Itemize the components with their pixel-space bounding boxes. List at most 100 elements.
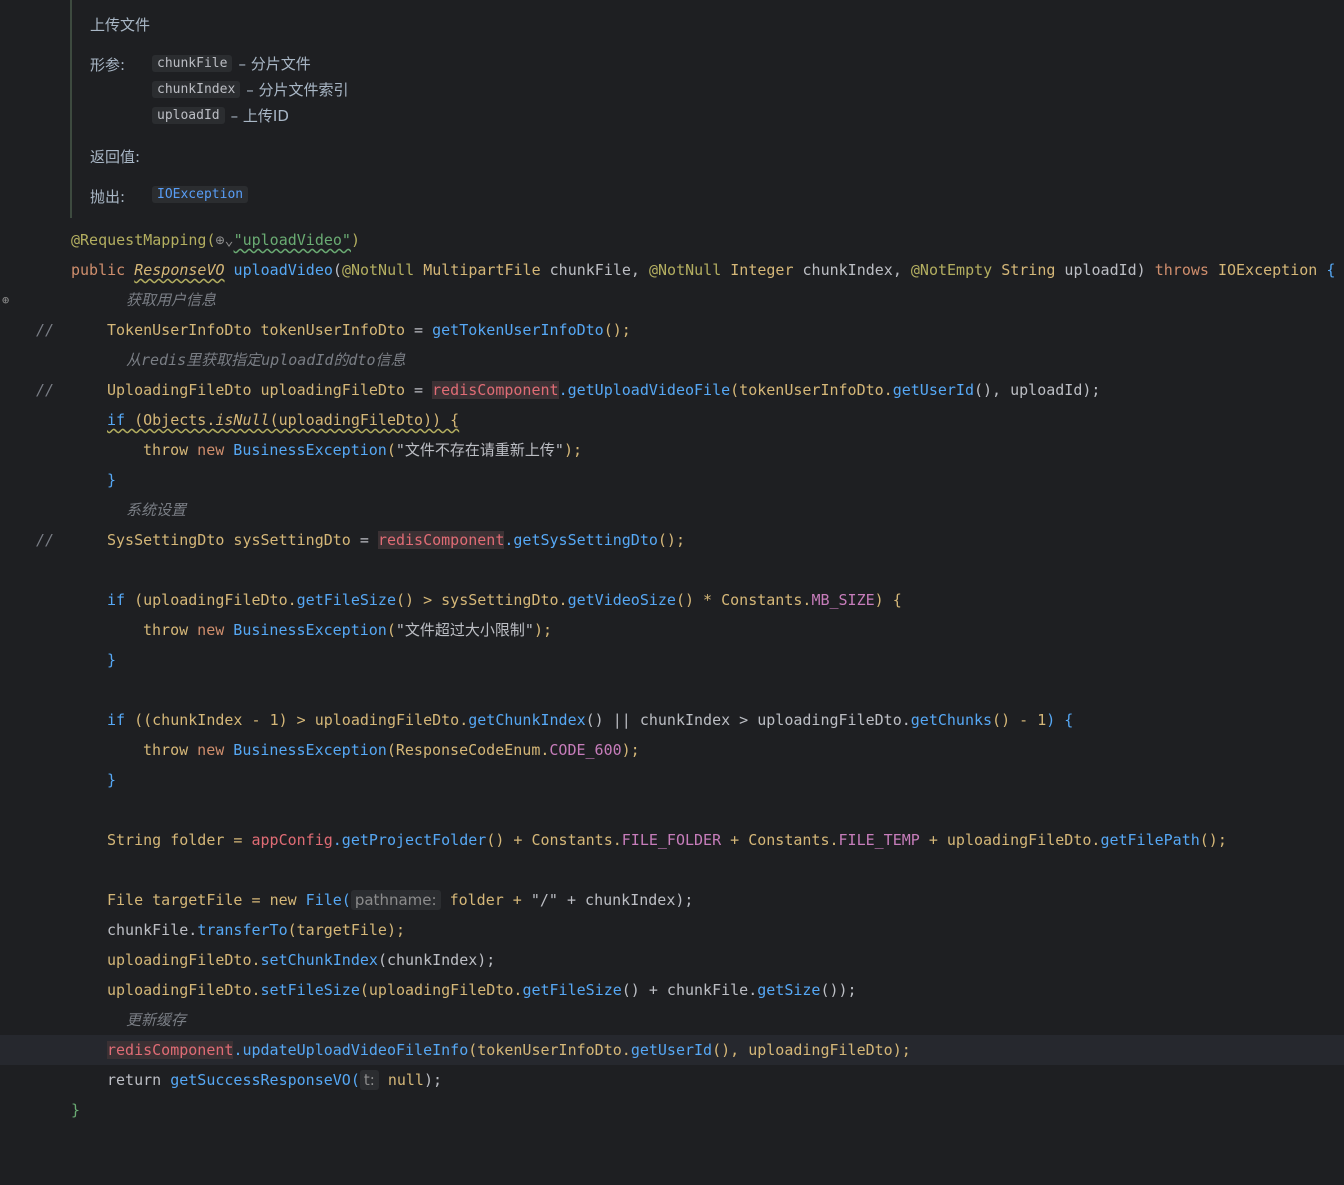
constant: FILE_FOLDER	[621, 831, 722, 849]
code-line[interactable]: SysSettingDto sysSettingDto = redisCompo…	[0, 525, 1344, 555]
doc-throws-label: 抛出:	[90, 188, 126, 206]
expr: folder +	[440, 891, 531, 909]
throws-link[interactable]: IOException	[152, 185, 249, 203]
number: 1	[269, 711, 279, 729]
keyword: throws	[1145, 261, 1209, 279]
globe-icon[interactable]: ⊕⌄	[216, 231, 234, 249]
param: chunkIndex,	[793, 261, 911, 279]
code-line[interactable]: String folder = appConfig.getProjectFold…	[0, 825, 1344, 855]
expr: () + chunkFile.	[621, 981, 758, 999]
code-line[interactable]: chunkFile.transferTo(targetFile);	[0, 915, 1344, 945]
method-call: getSuccessResponseVO(	[161, 1071, 360, 1089]
method-call: getChunkIndex	[468, 711, 586, 729]
param-name: chunkIndex	[152, 80, 241, 98]
operator: =	[350, 531, 378, 549]
code-line[interactable]: if ((chunkIndex - 1) > uploadingFileDto.…	[0, 705, 1344, 735]
annotation: @RequestMapping(	[71, 231, 216, 249]
expr: (), uploadingFileDto);	[712, 1041, 911, 1059]
code-line[interactable]: ⊕ public ResponseVO uploadVideo(@NotNull…	[0, 255, 1344, 307]
code-line[interactable]: }	[0, 765, 1344, 795]
method-call: .getSysSettingDto	[504, 531, 658, 549]
operator: =	[405, 321, 433, 339]
method-call: getUserId	[892, 381, 974, 399]
code-editor[interactable]: 上传文件 形参: chunkFile – 分片文件 chunkIndex – 分…	[0, 0, 1344, 1129]
expr: () + Constants.	[486, 831, 622, 849]
expr: () -	[992, 711, 1038, 729]
expr: (targetFile);	[287, 921, 406, 939]
comment: 获取用户信息	[126, 291, 217, 309]
expr: + Constants.	[721, 831, 839, 849]
type: String	[992, 261, 1056, 279]
variable: tokenUserInfoDto	[251, 321, 406, 339]
method-call: transferTo	[197, 921, 288, 939]
code-line[interactable]: throw new BusinessException("文件不存在请重新上传"…	[0, 435, 1344, 465]
method-call: getChunks	[910, 711, 993, 729]
expr: chunkFile.	[107, 921, 198, 939]
doc-title: 上传文件	[90, 16, 151, 34]
code-line[interactable]: // 更新缓存	[0, 1005, 1344, 1059]
code-line[interactable]: }	[0, 465, 1344, 495]
code-line[interactable]: File targetFile = new File(pathname: fol…	[0, 885, 1344, 915]
current-code-line[interactable]: redisComponent.updateUploadVideoFileInfo…	[0, 1035, 1344, 1065]
keyword: throw	[143, 441, 189, 459]
annotation: @NotEmpty	[910, 261, 993, 279]
comment: 系统设置	[126, 501, 187, 519]
class-ref: BusinessException	[224, 441, 387, 459]
variable: uploadingFileDto	[251, 381, 406, 399]
keyword: throw	[143, 741, 189, 759]
variable: sysSettingDto	[224, 531, 351, 549]
exception-type: IOException	[1208, 261, 1327, 279]
paren: );	[533, 621, 552, 639]
args: (tokenUserInfoDto.	[730, 381, 893, 399]
type: SysSettingDto	[107, 531, 225, 549]
field-ref: redisComponent	[432, 381, 559, 399]
code-line[interactable]: if (Objects.isNull(uploadingFileDto)) {	[0, 405, 1344, 435]
expr: ) > uploadingFileDto.	[278, 711, 469, 729]
method-call: setFileSize	[260, 981, 360, 999]
code-line[interactable]: TokenUserInfoDto tokenUserInfoDto = getT…	[0, 315, 1344, 345]
code-line[interactable]: uploadingFileDto.setChunkIndex(chunkInde…	[0, 945, 1344, 975]
paren: (	[332, 261, 342, 279]
code-line[interactable]: // 从redis里获取指定uploadId的dto信息	[0, 345, 1344, 399]
variable: folder =	[161, 831, 252, 849]
class-ref: File(	[296, 891, 351, 909]
code-line[interactable]: // 系统设置	[0, 495, 1344, 549]
code-line[interactable]: if (uploadingFileDto.getFileSize() > sys…	[0, 585, 1344, 615]
code-line[interactable]: @RequestMapping(⊕⌄"uploadVideo")	[0, 225, 1344, 255]
doc-params-label: 形参:	[90, 56, 126, 74]
expr: (Objects.	[125, 411, 216, 429]
string-literal: "文件不存在请重新上传"	[395, 441, 564, 459]
paren: );	[563, 441, 583, 459]
keyword: if	[107, 411, 126, 429]
number: 1	[1037, 711, 1047, 729]
field-ref: appConfig	[251, 831, 333, 849]
expr: + chunkIndex);	[557, 891, 694, 909]
constant: MB_SIZE	[811, 591, 875, 609]
param: chunkFile,	[540, 261, 649, 279]
code-line[interactable]: throw new BusinessException("文件超过大小限制");	[0, 615, 1344, 645]
code-line[interactable]: UploadingFileDto uploadingFileDto = redi…	[0, 375, 1344, 405]
expr: () * Constants.	[675, 591, 812, 609]
variable: targetFile =	[143, 891, 270, 909]
method-call: .updateUploadVideoFileInfo	[233, 1041, 469, 1059]
type: Integer	[721, 261, 794, 279]
parameter-hint: t:	[359, 1070, 379, 1090]
keyword: return	[107, 1071, 162, 1089]
method-call: setChunkIndex	[260, 951, 378, 969]
annotation: @NotNull	[341, 261, 415, 279]
brace: }	[71, 1101, 81, 1119]
expr: (uploadingFileDto.	[359, 981, 523, 999]
expr: (ResponseCodeEnum.	[386, 741, 550, 759]
type: TokenUserInfoDto	[107, 321, 252, 339]
code-line[interactable]: throw new BusinessException(ResponseCode…	[0, 735, 1344, 765]
expr: () > sysSettingDto.	[396, 591, 568, 609]
code-line[interactable]: }	[0, 1095, 1344, 1125]
brace: }	[107, 771, 117, 789]
type: String	[107, 831, 162, 849]
method-call: .getProjectFolder	[332, 831, 487, 849]
field-ref: redisComponent	[377, 531, 505, 549]
code-line[interactable]: }	[0, 645, 1344, 675]
code-line[interactable]: uploadingFileDto.setFileSize(uploadingFi…	[0, 975, 1344, 1005]
code-line[interactable]: // 获取用户信息	[0, 285, 1344, 339]
code-line[interactable]: return getSuccessResponseVO(t: null);	[0, 1065, 1344, 1095]
